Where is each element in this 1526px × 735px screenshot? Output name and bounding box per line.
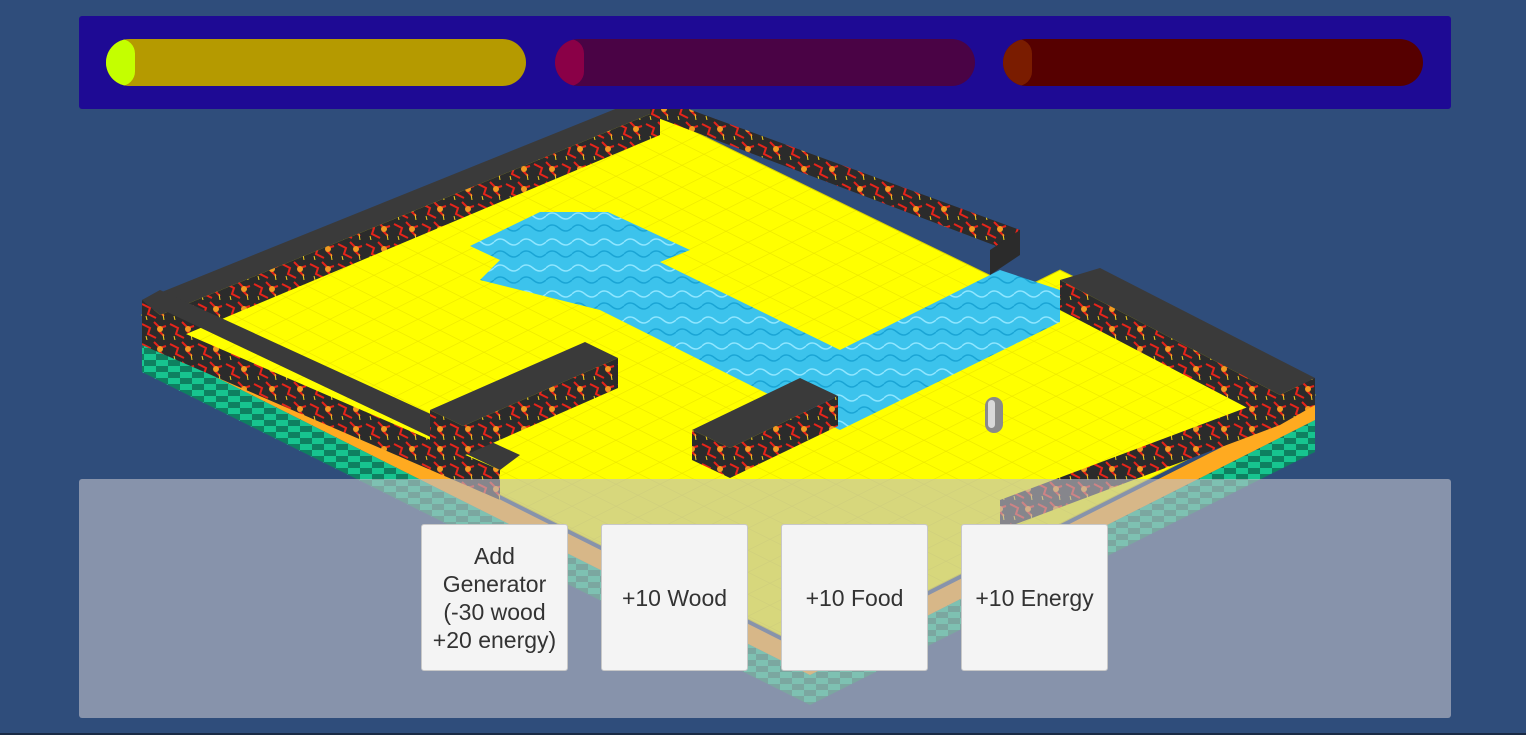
add-generator-button[interactable]: Add Generator (-30 wood +20 energy) bbox=[421, 524, 568, 671]
add-food-label: +10 Food bbox=[805, 584, 904, 611]
add-food-button[interactable]: +10 Food bbox=[781, 524, 928, 671]
add-wood-label: +10 Wood bbox=[621, 584, 728, 611]
add-energy-label: +10 Energy bbox=[975, 584, 1094, 611]
food-bar-fill bbox=[555, 39, 585, 86]
add-generator-label: Add Generator (-30 wood +20 energy) bbox=[432, 542, 557, 653]
action-panel: Add Generator (-30 wood +20 energy) +10 … bbox=[79, 479, 1451, 718]
resource-hud bbox=[79, 16, 1451, 109]
energy-bar bbox=[1003, 39, 1423, 86]
food-bar bbox=[555, 39, 975, 86]
add-wood-button[interactable]: +10 Wood bbox=[601, 524, 748, 671]
add-energy-button[interactable]: +10 Energy bbox=[961, 524, 1108, 671]
game-viewport: Add Generator (-30 wood +20 energy) +10 … bbox=[0, 0, 1526, 735]
energy-bar-fill bbox=[1003, 39, 1033, 86]
wood-bar bbox=[106, 39, 526, 86]
wood-bar-fill bbox=[106, 39, 136, 86]
player-capsule bbox=[985, 397, 1003, 433]
